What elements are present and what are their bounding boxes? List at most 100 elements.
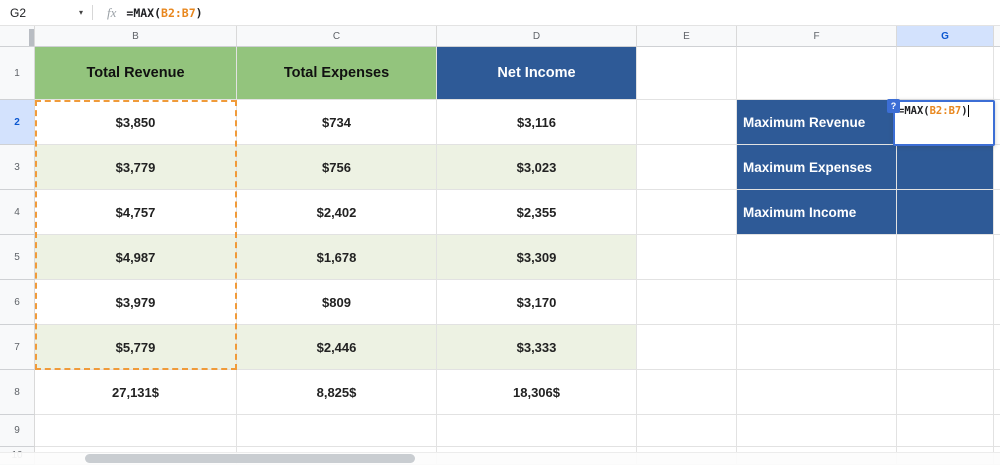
cell-G7[interactable] bbox=[897, 325, 994, 370]
cell-filler bbox=[994, 145, 1000, 190]
cell-B4[interactable]: $4,757 bbox=[35, 190, 237, 235]
row-2: 2 $3,850 $734 $3,116 Maximum Revenue bbox=[0, 100, 1000, 145]
column-header-G[interactable]: G bbox=[897, 26, 994, 47]
column-header-filler bbox=[994, 26, 1000, 47]
cell-B2[interactable]: $3,850 bbox=[35, 100, 237, 145]
hidden-column-indicator[interactable] bbox=[29, 29, 34, 46]
cell-E2[interactable] bbox=[637, 100, 737, 145]
formula-help-icon[interactable]: ? bbox=[887, 99, 900, 113]
row-4: 4 $4,757 $2,402 $2,355 Maximum Income bbox=[0, 190, 1000, 235]
row-header-7[interactable]: 7 bbox=[0, 325, 35, 370]
cell-E1[interactable] bbox=[637, 47, 737, 100]
column-header-D[interactable]: D bbox=[437, 26, 637, 47]
cell-E3[interactable] bbox=[637, 145, 737, 190]
formula-prefix: =MAX( bbox=[126, 6, 161, 20]
formula-bar-divider bbox=[92, 5, 93, 20]
name-box-dropdown-icon[interactable]: ▾ bbox=[72, 8, 90, 17]
cell-E4[interactable] bbox=[637, 190, 737, 235]
cell-G5[interactable] bbox=[897, 235, 994, 280]
cell-G1[interactable] bbox=[897, 47, 994, 100]
cell-D7[interactable]: $3,333 bbox=[437, 325, 637, 370]
cell-F3[interactable]: Maximum Expenses bbox=[737, 145, 897, 190]
row-header-2[interactable]: 2 bbox=[0, 100, 35, 145]
cell-D6[interactable]: $3,170 bbox=[437, 280, 637, 325]
cell-filler bbox=[994, 280, 1000, 325]
cell-B9[interactable] bbox=[35, 415, 237, 447]
column-header-E[interactable]: E bbox=[637, 26, 737, 47]
cell-filler bbox=[994, 235, 1000, 280]
cell-D1[interactable]: Net Income bbox=[437, 47, 637, 100]
row-header-3[interactable]: 3 bbox=[0, 145, 35, 190]
cell-G6[interactable] bbox=[897, 280, 994, 325]
cell-G3[interactable] bbox=[897, 145, 994, 190]
row-header-5[interactable]: 5 bbox=[0, 235, 35, 280]
row-header-8[interactable]: 8 bbox=[0, 370, 35, 415]
cell-filler bbox=[994, 415, 1000, 447]
cell-E5[interactable] bbox=[637, 235, 737, 280]
cell-E6[interactable] bbox=[637, 280, 737, 325]
row-header-6[interactable]: 6 bbox=[0, 280, 35, 325]
row-1: 1 Total Revenue Total Expenses Net Incom… bbox=[0, 47, 1000, 100]
row-header-1[interactable]: 1 bbox=[0, 47, 35, 100]
cell-G4[interactable] bbox=[897, 190, 994, 235]
cell-B7[interactable]: $5,779 bbox=[35, 325, 237, 370]
cell-C2[interactable]: $734 bbox=[237, 100, 437, 145]
cell-F1[interactable] bbox=[737, 47, 897, 100]
cell-D8[interactable]: 18,306$ bbox=[437, 370, 637, 415]
cell-C6[interactable]: $809 bbox=[237, 280, 437, 325]
cell-F5[interactable] bbox=[737, 235, 897, 280]
cell-G9[interactable] bbox=[897, 415, 994, 447]
horizontal-scrollbar-thumb[interactable] bbox=[85, 454, 415, 463]
cell-D5[interactable]: $3,309 bbox=[437, 235, 637, 280]
spreadsheet-grid: B C D E F G 1 Total Revenue Total Expens… bbox=[0, 26, 1000, 465]
cell-C8[interactable]: 8,825$ bbox=[237, 370, 437, 415]
cell-F2[interactable]: Maximum Revenue bbox=[737, 100, 897, 145]
cell-D3[interactable]: $3,023 bbox=[437, 145, 637, 190]
cell-F6[interactable] bbox=[737, 280, 897, 325]
cell-editor-G2[interactable]: ?=MAX(B2:B7) bbox=[893, 100, 995, 146]
row-9: 9 bbox=[0, 415, 1000, 447]
cell-B5[interactable]: $4,987 bbox=[35, 235, 237, 280]
editor-formula-prefix: =MAX( bbox=[898, 105, 930, 117]
cell-E7[interactable] bbox=[637, 325, 737, 370]
row-3: 3 $3,779 $756 $3,023 Maximum Expenses bbox=[0, 145, 1000, 190]
row-header-9[interactable]: 9 bbox=[0, 415, 35, 447]
cell-F4[interactable]: Maximum Income bbox=[737, 190, 897, 235]
cell-C3[interactable]: $756 bbox=[237, 145, 437, 190]
formula-input[interactable]: =MAX(B2:B7) bbox=[126, 6, 202, 20]
column-header-B[interactable]: B bbox=[35, 26, 237, 47]
cell-filler bbox=[994, 325, 1000, 370]
cell-C1[interactable]: Total Expenses bbox=[237, 47, 437, 100]
column-header-F[interactable]: F bbox=[737, 26, 897, 47]
cell-C9[interactable] bbox=[237, 415, 437, 447]
name-box[interactable]: G2 bbox=[0, 0, 72, 25]
cell-D9[interactable] bbox=[437, 415, 637, 447]
cell-E9[interactable] bbox=[637, 415, 737, 447]
cell-F7[interactable] bbox=[737, 325, 897, 370]
column-header-row: B C D E F G bbox=[0, 26, 1000, 47]
cell-E8[interactable] bbox=[637, 370, 737, 415]
cell-G8[interactable] bbox=[897, 370, 994, 415]
corner-cell[interactable] bbox=[0, 26, 35, 47]
column-header-C[interactable]: C bbox=[237, 26, 437, 47]
cell-filler bbox=[994, 370, 1000, 415]
row-6: 6 $3,979 $809 $3,170 bbox=[0, 280, 1000, 325]
cell-F9[interactable] bbox=[737, 415, 897, 447]
row-7: 7 $5,779 $2,446 $3,333 bbox=[0, 325, 1000, 370]
cell-B1[interactable]: Total Revenue bbox=[35, 47, 237, 100]
text-cursor bbox=[968, 105, 969, 117]
cell-filler bbox=[994, 190, 1000, 235]
cell-B3[interactable]: $3,779 bbox=[35, 145, 237, 190]
cell-B8[interactable]: 27,131$ bbox=[35, 370, 237, 415]
horizontal-scrollbar-track[interactable] bbox=[0, 452, 1000, 465]
cell-C5[interactable]: $1,678 bbox=[237, 235, 437, 280]
cell-F8[interactable] bbox=[737, 370, 897, 415]
row-5: 5 $4,987 $1,678 $3,309 bbox=[0, 235, 1000, 280]
cell-C7[interactable]: $2,446 bbox=[237, 325, 437, 370]
cell-D4[interactable]: $2,355 bbox=[437, 190, 637, 235]
cell-B6[interactable]: $3,979 bbox=[35, 280, 237, 325]
cell-C4[interactable]: $2,402 bbox=[237, 190, 437, 235]
row-header-4[interactable]: 4 bbox=[0, 190, 35, 235]
formula-suffix: ) bbox=[196, 6, 203, 20]
cell-D2[interactable]: $3,116 bbox=[437, 100, 637, 145]
